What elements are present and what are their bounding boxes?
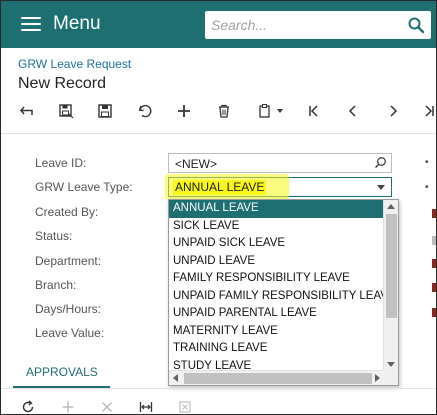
dropdown-option[interactable]: MATERNITY LEAVE [169, 323, 384, 341]
vertical-scrollbar[interactable] [383, 200, 398, 371]
cut-off-field-marker [432, 209, 436, 218]
search-input[interactable] [211, 15, 401, 35]
cancel-icon[interactable] [135, 101, 155, 121]
horizontal-scrollbar[interactable] [169, 370, 384, 385]
copy-paste-icon[interactable] [253, 101, 287, 121]
leave-value-label: Leave Value: [35, 326, 105, 340]
dropdown-option[interactable]: UNPAID PARENTAL LEAVE [169, 305, 384, 323]
header-divider [1, 133, 436, 134]
app-window: Menu GRW Leave Request New Record [0, 0, 437, 415]
next-record-icon[interactable] [383, 101, 403, 121]
scroll-up-arrow-icon[interactable] [387, 204, 395, 209]
delete-icon[interactable] [214, 101, 234, 121]
dropdown-option[interactable]: STUDY LEAVE [169, 358, 384, 372]
search-icon[interactable] [407, 16, 425, 34]
dropdown-options: ANNUAL LEAVE SICK LEAVE UNPAID SICK LEAVE U… [169, 200, 384, 371]
top-bar: Menu [1, 1, 436, 48]
last-record-icon[interactable] [421, 101, 436, 121]
undo-arrow-icon[interactable] [17, 101, 37, 121]
branch-label: Branch: [35, 278, 77, 292]
delete-row-icon[interactable] [99, 399, 115, 414]
leave-id-field[interactable]: <NEW> [168, 153, 392, 173]
dropdown-option[interactable]: SICK LEAVE [169, 218, 384, 236]
breadcrumb[interactable]: GRW Leave Request [18, 57, 131, 71]
chevron-down-icon [277, 109, 283, 113]
dropdown-option[interactable]: UNPAID LEAVE [169, 253, 384, 271]
menu-title[interactable]: Menu [53, 13, 101, 35]
add-row-icon[interactable] [60, 399, 76, 414]
scroll-down-arrow-icon[interactable] [387, 362, 395, 367]
fit-columns-icon[interactable] [138, 399, 154, 414]
save-close-icon[interactable] [56, 101, 76, 121]
created-by-label: Created By: [35, 205, 99, 219]
hamburger-menu-icon[interactable] [21, 16, 41, 32]
leave-type-value: ANNUAL LEAVE [173, 180, 267, 195]
cut-off-field-marker [432, 259, 436, 268]
leave-type-dropdown[interactable]: ANNUAL LEAVE SICK LEAVE UNPAID SICK LEAVE U… [168, 199, 399, 386]
tab-approvals[interactable]: APPROVALS [26, 365, 98, 379]
refresh-icon[interactable] [20, 399, 36, 414]
department-label: Department: [35, 254, 102, 268]
save-icon[interactable] [95, 101, 115, 121]
dropdown-option[interactable]: UNPAID FAMILY RESPONSIBILITY LEAVE [169, 288, 384, 306]
cut-off-field-marker [432, 308, 436, 317]
record-toolbar [1, 97, 436, 125]
leave-type-select[interactable]: ANNUAL LEAVE [165, 174, 392, 200]
leave-type-label: GRW Leave Type: [35, 180, 133, 194]
scroll-right-arrow-icon[interactable] [375, 374, 380, 382]
days-hours-label: Days/Hours: [35, 302, 102, 316]
scroll-left-arrow-icon[interactable] [173, 374, 178, 382]
first-record-icon[interactable] [304, 101, 324, 121]
cut-off-field-marker [432, 283, 436, 292]
search-box[interactable] [205, 11, 431, 39]
tab-divider [1, 388, 436, 389]
lookup-search-icon[interactable] [374, 156, 388, 170]
leave-id-label: Leave ID: [35, 156, 87, 170]
grid-toolbar [1, 397, 436, 414]
required-marker: • [425, 182, 429, 193]
previous-record-icon[interactable] [343, 101, 363, 121]
status-label: Status: [35, 229, 73, 243]
scrollbar-corner [383, 370, 398, 385]
cut-off-field-marker [432, 236, 436, 245]
add-icon[interactable] [174, 101, 194, 121]
dropdown-option[interactable]: ANNUAL LEAVE [169, 200, 384, 218]
leave-id-value: <NEW> [175, 157, 218, 171]
page-title: New Record [18, 75, 107, 92]
scroll-thumb[interactable] [184, 373, 372, 384]
dropdown-option[interactable]: UNPAID SICK LEAVE [169, 235, 384, 253]
dropdown-option[interactable]: FAMILY RESPONSIBILITY LEAVE [169, 270, 384, 288]
dropdown-option[interactable]: TRAINING LEAVE [169, 340, 384, 358]
scroll-thumb[interactable] [386, 214, 397, 318]
export-excel-icon[interactable] [177, 399, 193, 414]
required-marker: • [425, 157, 429, 168]
chevron-down-icon[interactable] [377, 185, 385, 190]
